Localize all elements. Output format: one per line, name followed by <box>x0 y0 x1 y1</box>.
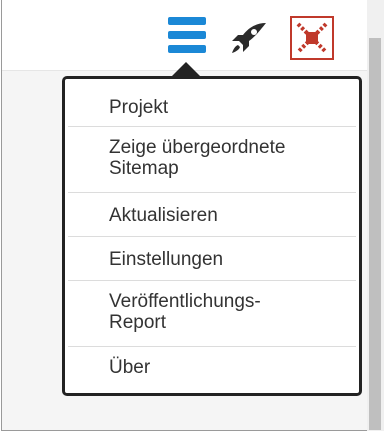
menu-bar <box>168 31 206 39</box>
menu-item-aktualisieren[interactable]: Aktualisieren <box>68 193 356 237</box>
menu-item-label: Veröffentlichungs- <box>109 291 261 312</box>
dropdown-menu: Projekt Zeige übergeordnete Sitemap Aktu… <box>62 76 362 396</box>
menu-item-label: Zeige übergeordnete <box>109 137 286 158</box>
menu-item-einstellungen[interactable]: Einstellungen <box>68 237 356 281</box>
menu-caret <box>172 62 200 76</box>
scrollbar-thumb[interactable] <box>369 38 381 430</box>
menu-item-label: Aktualisieren <box>109 205 218 226</box>
menu-bar <box>168 45 206 53</box>
menu-icon[interactable] <box>168 17 206 53</box>
menu-item-label: Sitemap <box>109 158 179 179</box>
menu-item-label: Über <box>109 357 151 378</box>
menu-item-projekt[interactable]: Projekt <box>68 89 356 127</box>
menu-item-ueber[interactable]: Über <box>68 347 356 387</box>
menu-item-report[interactable]: Veröffentlichungs- Report <box>68 281 356 347</box>
menu-item-label: Projekt <box>109 97 169 118</box>
menu-bar <box>168 17 206 25</box>
sitemap-icon[interactable] <box>289 15 335 61</box>
rocket-icon[interactable] <box>229 21 269 55</box>
menu-item-label: Report <box>109 312 167 333</box>
menu-item-label: Einstellungen <box>109 249 224 270</box>
menu-item-parent-sitemap[interactable]: Zeige übergeordnete Sitemap <box>68 127 356 193</box>
